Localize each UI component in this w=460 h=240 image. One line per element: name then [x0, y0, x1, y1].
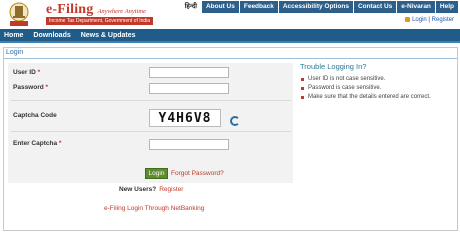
brand-subtitle: Income Tax Department, Government of Ind…	[46, 17, 154, 25]
top-nav: हिन्दी About Us Feedback Accessibility O…	[181, 1, 458, 13]
new-users-label: New Users?	[119, 186, 157, 193]
login-section: Login User ID * Password * Captcha Code …	[3, 47, 458, 231]
top-nav-about-us[interactable]: About Us	[201, 1, 239, 13]
bullet-icon	[301, 87, 304, 90]
trouble-panel: Trouble Logging In? User ID is not case …	[300, 62, 456, 102]
forgot-password-link[interactable]: Forgot Password?	[171, 170, 224, 177]
password-input[interactable]	[149, 83, 229, 94]
register-link[interactable]: Register	[159, 186, 183, 193]
top-nav-accessibility-options[interactable]: Accessibility Options	[278, 1, 353, 13]
new-users-row: New Users? Register	[119, 186, 183, 193]
national-emblem-icon	[9, 2, 29, 26]
header-login-link[interactable]: Login	[412, 17, 427, 23]
login-form: User ID * Password * Captcha Code Y4H6V8…	[8, 63, 293, 183]
form-divider	[11, 100, 291, 101]
login-button[interactable]: Login	[145, 168, 168, 179]
main-nav-downloads[interactable]: Downloads	[29, 29, 74, 39]
top-nav-hindi[interactable]: हिन्दी	[181, 1, 201, 13]
password-label: Password *	[13, 84, 49, 91]
captcha-input[interactable]	[149, 139, 229, 150]
top-nav-help[interactable]: Help	[435, 1, 458, 13]
brand-title: e-Filing	[46, 2, 94, 17]
user-links-separator: |	[428, 17, 430, 24]
top-nav-contact-us[interactable]: Contact Us	[353, 1, 397, 13]
captcha-image: Y4H6V8	[149, 109, 221, 127]
top-nav-feedback[interactable]: Feedback	[239, 1, 278, 13]
trouble-title: Trouble Logging In?	[300, 62, 367, 71]
brand[interactable]: e-Filing Anywhere Anytime	[46, 2, 146, 18]
bullet-icon	[301, 78, 304, 81]
main-nav-home[interactable]: Home	[0, 29, 27, 39]
brand-tagline: Anywhere Anytime	[97, 8, 146, 15]
list-item: Make sure that the details entered are c…	[300, 93, 456, 102]
header-register-link[interactable]: Register	[432, 17, 454, 23]
lock-icon	[405, 17, 411, 22]
top-nav-e-nivaran[interactable]: e-Nivaran	[397, 1, 435, 13]
section-title: Login	[4, 48, 457, 59]
list-item: User ID is not case sensitive.	[300, 75, 456, 84]
refresh-captcha-icon[interactable]	[230, 116, 240, 126]
netbanking-login-link[interactable]: e-Filing Login Through NetBanking	[104, 205, 204, 212]
trouble-list: User ID is not case sensitive. Password …	[300, 75, 456, 102]
bullet-icon	[301, 96, 304, 99]
form-divider	[11, 131, 291, 132]
captcha-label: Captcha Code	[13, 112, 57, 119]
user-links: Login | Register	[405, 17, 454, 23]
enter-captcha-label: Enter Captcha *	[13, 140, 62, 147]
user-id-input[interactable]	[149, 67, 229, 78]
list-item: Password is case sensitive.	[300, 84, 456, 93]
main-nav: Home Downloads News & Updates	[0, 29, 460, 43]
captcha-text: Y4H6V8	[158, 110, 212, 126]
main-nav-news-updates[interactable]: News & Updates	[77, 29, 140, 39]
user-id-label: User ID *	[13, 69, 41, 76]
header: e-Filing Anywhere Anytime Income Tax Dep…	[0, 0, 460, 29]
